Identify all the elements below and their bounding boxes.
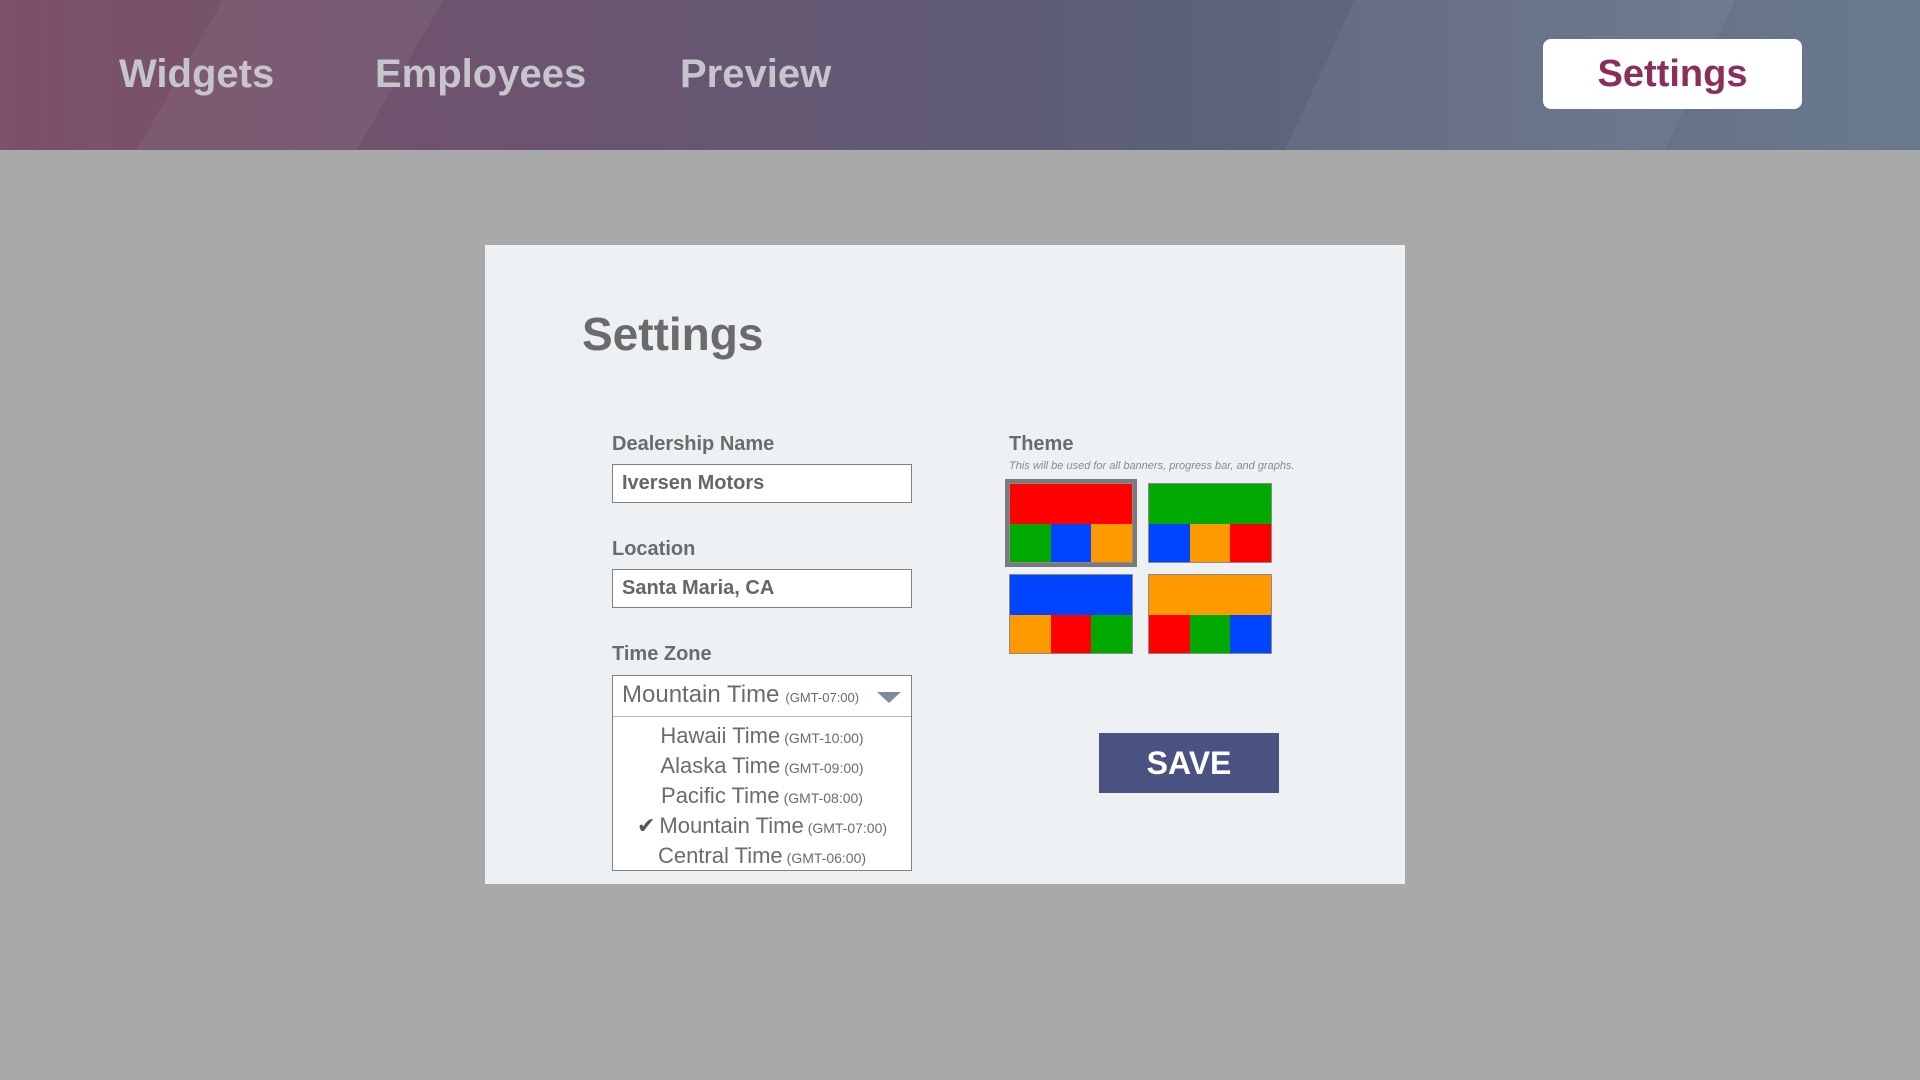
page-title: Settings: [582, 308, 764, 360]
settings-card: Settings Dealership Name Location Time Z…: [485, 245, 1405, 884]
time-zone-selected[interactable]: Mountain Time (GMT-07:00): [613, 676, 911, 717]
swatch-secondary: [1050, 524, 1092, 562]
swatch-secondary: [1091, 615, 1132, 653]
time-zone-option-alaska[interactable]: Alaska Time (GMT-09:00): [613, 751, 911, 781]
time-zone-dropdown[interactable]: Mountain Time (GMT-07:00) Hawaii Time (GMT…: [612, 675, 912, 871]
time-zone-option-hawaii[interactable]: Hawaii Time (GMT-10:00): [613, 721, 911, 751]
swatch-primary: [1149, 575, 1271, 615]
swatch-secondary: [1091, 524, 1132, 562]
time-zone-option-pacific[interactable]: Pacific Time (GMT-08:00): [613, 781, 911, 811]
save-button[interactable]: SAVE: [1099, 733, 1279, 793]
theme-swatch-orange[interactable]: [1148, 574, 1272, 654]
theme-swatch-green[interactable]: [1148, 483, 1272, 563]
nav-tab-employees[interactable]: Employees: [375, 46, 586, 102]
theme-swatch-blue[interactable]: [1009, 574, 1133, 654]
swatch-secondary: [1149, 524, 1190, 562]
dealership-name-input[interactable]: [612, 464, 912, 503]
time-zone-label: Time Zone: [612, 643, 712, 665]
top-nav-bar: Widgets Employees Preview Settings: [0, 0, 1920, 150]
swatch-secondary: [1050, 615, 1092, 653]
time-zone-selected-label: Mountain Time (GMT-07:00): [622, 681, 860, 708]
swatch-secondary: [1230, 524, 1271, 562]
dealership-name-label: Dealership Name: [612, 433, 775, 455]
theme-label: Theme: [1009, 433, 1074, 455]
location-input[interactable]: [612, 569, 912, 608]
time-zone-option-central[interactable]: Central Time (GMT-06:00): [613, 841, 911, 871]
theme-hint: This will be used for all banners, progr…: [1009, 460, 1295, 472]
swatch-primary: [1010, 575, 1132, 615]
chevron-down-icon[interactable]: [877, 692, 901, 703]
location-label: Location: [612, 538, 696, 560]
swatch-primary: [1149, 484, 1271, 524]
swatch-primary: [1010, 484, 1132, 524]
theme-swatch-red[interactable]: [1005, 479, 1137, 567]
swatch-secondary: [1010, 615, 1051, 653]
swatch-secondary: [1149, 615, 1190, 653]
nav-tab-widgets[interactable]: Widgets: [119, 46, 274, 102]
swatch-secondary: [1189, 524, 1231, 562]
swatch-secondary: [1189, 615, 1231, 653]
swatch-secondary: [1230, 615, 1271, 653]
nav-tab-preview[interactable]: Preview: [680, 46, 831, 102]
swatch-secondary: [1010, 524, 1051, 562]
nav-tab-settings[interactable]: Settings: [1543, 39, 1802, 109]
checkmark-icon: ✔: [636, 813, 656, 838]
time-zone-option-mountain[interactable]: ✔ Mountain Time (GMT-07:00): [613, 811, 911, 841]
